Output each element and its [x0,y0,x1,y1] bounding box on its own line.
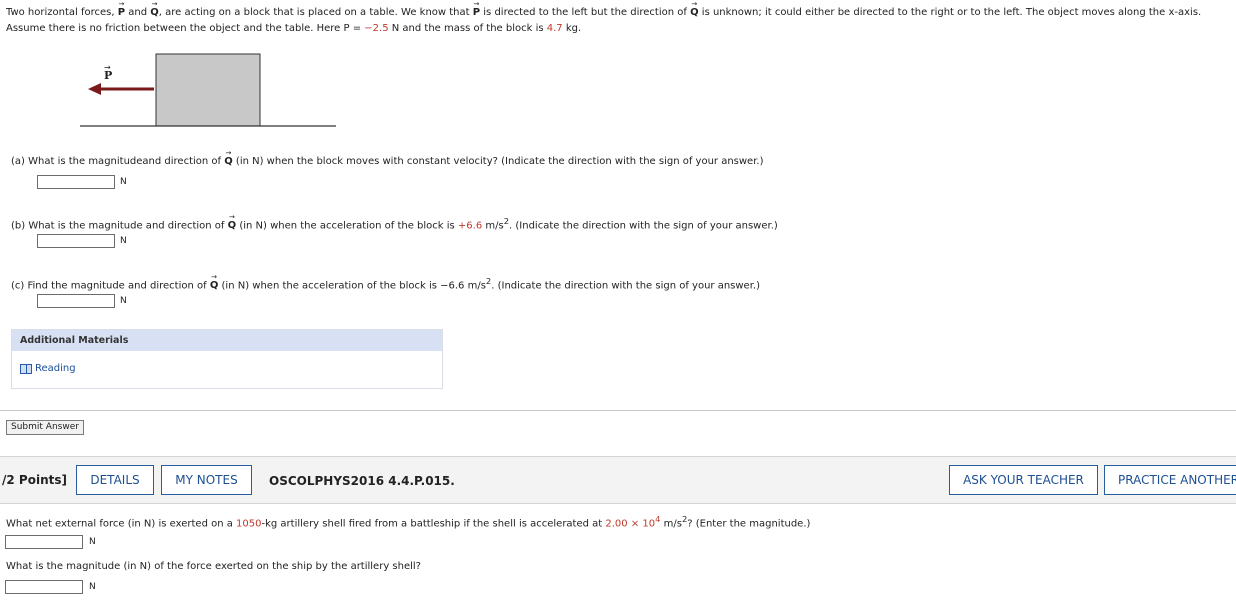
additional-materials-panel: Additional Materials Reading [11,329,443,389]
answer-c-unit: N [120,296,127,306]
question-c: (c) Find the magnitude and direction of … [11,270,760,293]
question-b: (b) What is the magnitude and direction … [11,210,778,233]
my-notes-button[interactable]: MY NOTES [161,465,252,495]
divider [0,410,1236,411]
additional-materials-title: Additional Materials [12,330,442,351]
submit-answer-button[interactable]: Submit Answer [6,420,84,435]
vector-q-symbol: Q [690,0,699,21]
answer-a-input[interactable] [37,175,115,189]
answer-b-input[interactable] [37,234,115,248]
problem-toolbar: /2 Points] DETAILS MY NOTES OSCOLPHYS201… [0,456,1236,504]
accel-c-value: −6.6 [440,280,465,292]
problem2-question-2: What is the magnitude (in N) of the forc… [6,561,421,572]
problem2-answer-1-unit: N [89,537,96,547]
shell-mass-value: 1050 [236,518,262,530]
vector-p-symbol: P [473,0,481,21]
problem2-answer-1-input[interactable] [5,535,83,549]
block-force-diagram: P → [80,53,336,127]
ask-your-teacher-button[interactable]: ASK YOUR TEACHER [949,465,1098,495]
details-button[interactable]: DETAILS [76,465,154,495]
answer-a-unit: N [120,177,127,187]
vector-q-symbol: Q [150,0,159,21]
book-icon [20,363,32,374]
problem-intro: Two horizontal forces, P and Q, are acti… [6,0,1236,37]
vector-p-symbol: P [118,0,126,21]
problem2-question-1: What net external force (in N) is exerte… [6,514,811,530]
block [155,53,261,127]
vector-q-symbol: Q [224,146,233,169]
problem-id: OSCOLPHYS2016 4.4.P.015. [269,474,455,488]
points-label: /2 Points] [2,473,67,487]
mass-value: 4.7 [546,23,563,34]
answer-b-unit: N [120,236,127,246]
force-p-vector-arrow: → [104,63,111,72]
answer-c-input[interactable] [37,294,115,308]
accel-b-value: +6.6 [457,220,483,232]
reading-label[interactable]: Reading [35,363,76,374]
intro-text: Two horizontal forces, [6,7,118,18]
p-value: −2.5 [364,23,389,34]
shell-accel-value: 2.00 × 10 [605,518,656,530]
question-a: (a) What is the magnitudeand direction o… [11,146,764,169]
reading-link[interactable]: Reading [20,363,76,374]
practice-another-button[interactable]: PRACTICE ANOTHER [1104,465,1236,495]
problem2-answer-2-unit: N [89,582,96,592]
vector-q-symbol: Q [228,210,237,233]
force-p-arrowhead [88,83,101,95]
vector-q-symbol: Q [210,270,219,293]
problem2-answer-2-input[interactable] [5,580,83,594]
